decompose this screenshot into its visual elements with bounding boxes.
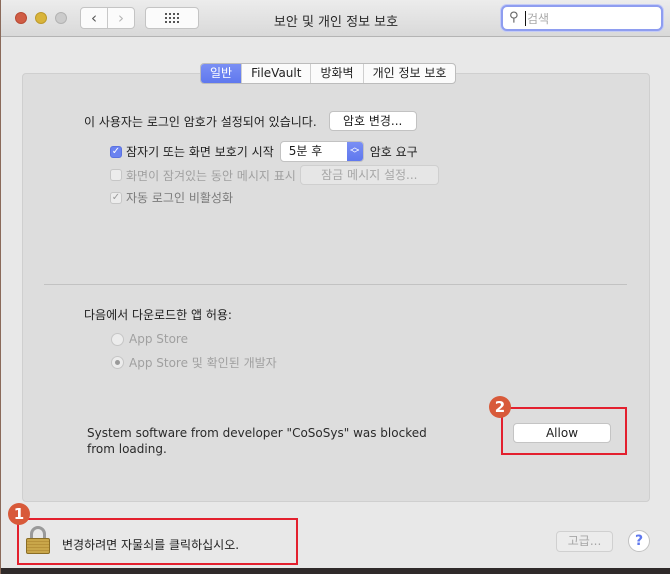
radio-app-store-label: App Store — [129, 332, 188, 346]
require-password-checkbox[interactable]: ✓ — [110, 145, 122, 158]
tab-bar: 일반 FileVault 방화벽 개인 정보 보호 — [200, 63, 457, 84]
password-row: 이 사용자는 로그인 암호가 설정되어 있습니다. 암호 변경... — [84, 111, 417, 131]
lock-message-row: 화면이 잠겨있는 동안 메시지 표시 잠금 메시지 설정... — [110, 165, 439, 185]
radio-button-selected[interactable] — [111, 356, 124, 369]
disable-auto-login-checkbox[interactable]: ✓ — [110, 191, 122, 204]
radio-app-store-identified-label: App Store 및 확인된 개발자 — [129, 356, 277, 370]
password-delay-value: 5분 후 — [288, 144, 323, 158]
blocked-software-message: System software from developer "CoSoSys"… — [87, 426, 427, 456]
checkmark-icon: ✓ — [111, 192, 121, 203]
downloads-heading: 다음에서 다운로드한 앱 허용: — [84, 308, 232, 322]
search-placeholder: 검색 — [527, 12, 550, 26]
title-bar: ‹ › 보안 및 개인 정보 보호 ⚲ 검색 — [1, 0, 670, 37]
text-caret — [525, 11, 526, 26]
disable-auto-login-label: 자동 로그인 비활성화 — [126, 191, 233, 205]
show-message-label: 화면이 잠겨있는 동안 메시지 표시 — [126, 168, 296, 183]
auto-login-row: ✓ 자동 로그인 비활성화 — [110, 189, 233, 206]
tab-firewall[interactable]: 방화벽 — [310, 64, 362, 83]
chevron-updown-icon: ︿ ﹀ — [346, 142, 363, 161]
set-lock-message-button[interactable]: 잠금 메시지 설정... — [299, 165, 439, 185]
tab-privacy[interactable]: 개인 정보 보호 — [362, 64, 456, 83]
highlight-box-lock — [17, 518, 298, 565]
annotation-badge-1: 1 — [8, 503, 30, 525]
radio-app-store[interactable]: App Store — [111, 332, 188, 346]
system-preferences-window: ‹ › 보안 및 개인 정보 보호 ⚲ 검색 일반 FileVault 방화벽 … — [0, 0, 670, 574]
search-input[interactable]: ⚲ 검색 — [501, 5, 663, 31]
require-password-suffix: 암호 요구 — [369, 145, 418, 159]
annotation-badge-2: 2 — [489, 396, 511, 418]
radio-button[interactable] — [111, 332, 124, 346]
change-password-button[interactable]: 암호 변경... — [328, 111, 417, 131]
section-divider — [44, 284, 627, 285]
tab-general[interactable]: 일반 — [201, 64, 242, 83]
help-icon: ? — [634, 533, 644, 549]
tab-filevault[interactable]: FileVault — [241, 64, 310, 83]
password-set-label: 이 사용자는 로그인 암호가 설정되어 있습니다. — [84, 114, 317, 129]
show-message-checkbox[interactable] — [110, 169, 122, 181]
password-delay-select[interactable]: 5분 후 ︿ ﹀ — [279, 141, 364, 162]
search-icon: ⚲ — [509, 10, 519, 25]
require-password-label: 잠자기 또는 화면 보호기 시작 — [126, 145, 274, 159]
help-button[interactable]: ? — [628, 530, 650, 552]
require-password-row: ✓ 잠자기 또는 화면 보호기 시작 5분 후 ︿ ﹀ 암호 요구 — [110, 141, 418, 162]
desktop-background — [1, 568, 670, 574]
highlight-box-allow — [501, 407, 627, 455]
radio-app-store-identified[interactable]: App Store 및 확인된 개발자 — [111, 354, 277, 371]
advanced-button[interactable]: 고급... — [556, 531, 613, 552]
checkmark-icon: ✓ — [111, 146, 121, 157]
